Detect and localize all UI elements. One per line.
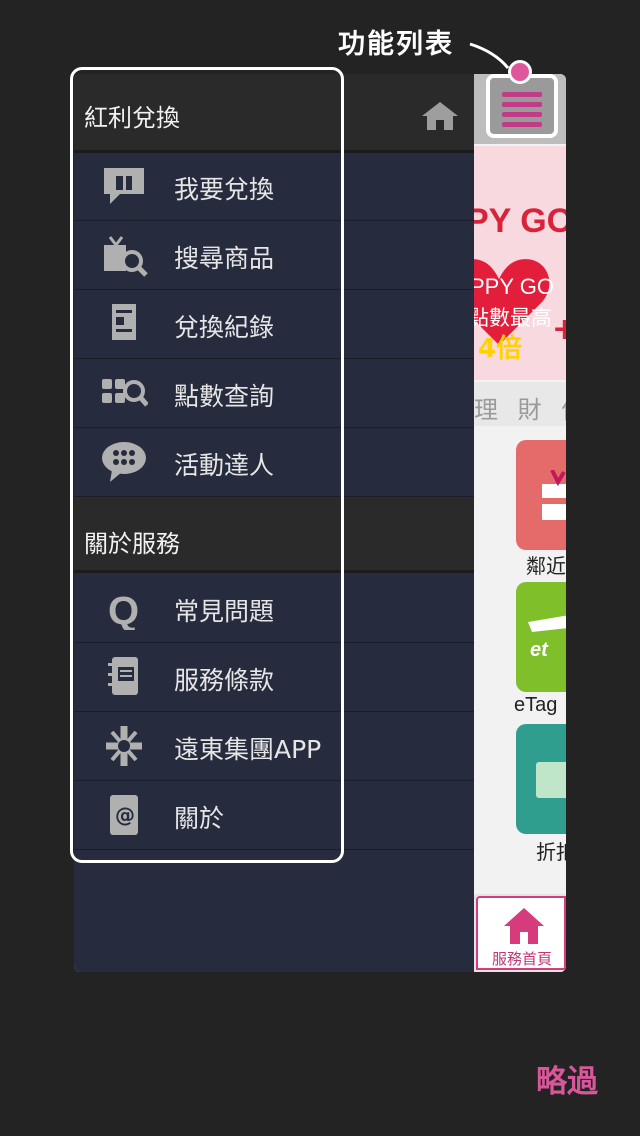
menu-item-about[interactable]: @ 關於 <box>74 781 474 850</box>
banner-subtitle: PPY GO <box>474 274 554 299</box>
banner-title: PY GO <box>474 202 566 240</box>
menu-label: 常見問題 <box>174 597 275 626</box>
menu-item-terms[interactable]: 服務條款 <box>74 643 474 712</box>
service-home-tab[interactable]: 服務首頁 <box>476 896 566 970</box>
menu-label: 關於 <box>174 804 225 833</box>
home-icon[interactable] <box>422 100 458 130</box>
home-tab-label: 服務首頁 <box>492 950 553 968</box>
home-tab-icon <box>504 908 544 944</box>
main-app-preview: PY GO PPY GO 點數最高 4倍 + 理 財 信 鄰近 et <box>474 74 566 972</box>
menu-item-search-products[interactable]: 搜尋商品 <box>74 221 474 290</box>
hamburger-line <box>502 122 542 127</box>
menu-item-points-query[interactable]: 點數查詢 <box>74 359 474 428</box>
menu-item-events[interactable]: 活動達人 <box>74 428 474 497</box>
bottom-tab-bar: 服務首頁 <box>474 894 566 972</box>
coupon-icon <box>536 762 566 798</box>
nearby-tile[interactable] <box>516 440 566 550</box>
gift-bubble-icon <box>104 168 144 204</box>
section-header-rewards: 紅利兌換 <box>74 74 474 153</box>
menu-label: 兌換紀錄 <box>174 313 275 342</box>
svg-text:et: et <box>530 639 549 661</box>
gift-icon <box>542 470 566 520</box>
notebook-icon <box>108 657 138 695</box>
promo-banner[interactable]: PY GO PPY GO 點數最高 4倍 + <box>474 146 566 380</box>
tutorial-callout: 功能列表 <box>338 29 454 60</box>
menu-label: 搜尋商品 <box>174 244 275 273</box>
faq-q-icon: Q <box>108 589 139 630</box>
section-title: 關於服務 <box>84 530 180 558</box>
menu-item-redeem-history[interactable]: 兌換紀錄 <box>74 290 474 359</box>
highlight-dot <box>508 60 532 84</box>
menu-item-group-apps[interactable]: 遠東集團APP <box>74 712 474 781</box>
group-logo-icon <box>106 726 142 766</box>
menu-item-faq[interactable]: Q 常見問題 <box>74 574 474 643</box>
section-title: 紅利兌換 <box>84 104 180 132</box>
side-menu: 紅利兌換 我要兌換 搜尋商品 兌換紀錄 點數查詢 活動達人 關於服務 Q 常見問… <box>74 74 474 972</box>
menu-item-redeem[interactable]: 我要兌換 <box>74 152 474 221</box>
at-notebook-icon: @ <box>110 795 138 835</box>
menu-label: 活動達人 <box>174 451 275 480</box>
banner-plus: + <box>552 312 566 347</box>
hamburger-line <box>502 112 542 117</box>
menu-label: 點數查詢 <box>174 382 275 411</box>
skip-button[interactable]: 略過 <box>536 1056 598 1101</box>
category-tabs[interactable]: 理 財 信 <box>474 382 566 426</box>
svg-text:Q: Q <box>108 589 139 630</box>
menu-label: 服務條款 <box>174 666 275 695</box>
menu-label: 遠東集團APP <box>174 735 322 764</box>
section-header-about: 關於服務 <box>74 498 474 573</box>
tile-label-etag: eTag <box>514 694 558 716</box>
etag-logo-icon: et <box>528 615 566 661</box>
hamburger-line <box>502 92 542 97</box>
tile-label-discount: 折扣 <box>536 842 566 864</box>
banner-multiplier: 4倍 <box>478 334 523 364</box>
gift-search-icon <box>104 236 148 277</box>
category-tabs-text: 理 財 信 <box>474 396 566 424</box>
hamburger-line <box>502 102 542 107</box>
phone-screen: PY GO PPY GO 點數最高 4倍 + 理 財 信 鄰近 et <box>74 74 566 972</box>
chat-grid-icon <box>102 442 146 482</box>
document-icon <box>112 304 136 340</box>
menu-label: 我要兌換 <box>174 175 275 204</box>
tile-label-nearby: 鄰近 <box>526 556 566 578</box>
etag-tile[interactable]: et <box>516 582 566 692</box>
svg-text:@: @ <box>115 803 135 827</box>
discount-tile[interactable] <box>516 724 566 834</box>
points-search-icon <box>102 379 148 407</box>
